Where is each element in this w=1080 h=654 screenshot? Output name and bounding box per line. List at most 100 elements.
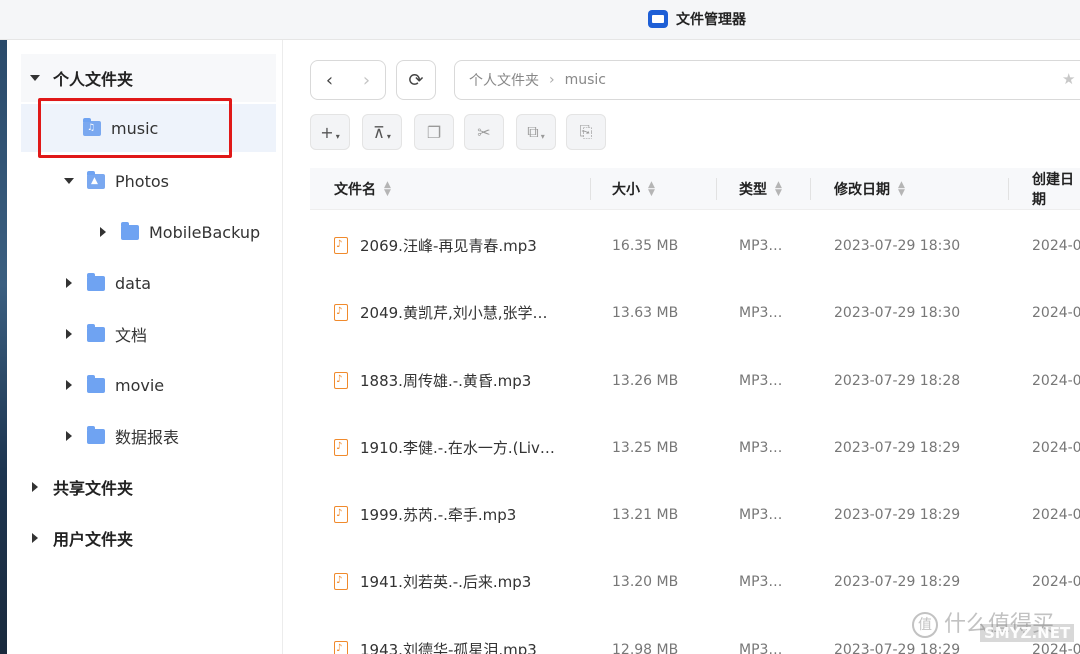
paste-icon: ⧉	[527, 122, 539, 141]
audio-file-icon: ♪	[334, 304, 348, 321]
dropdown-caret-icon: ▾	[335, 131, 340, 141]
file-created: 2024-0	[1032, 304, 1080, 321]
caret-right-icon[interactable]	[61, 275, 77, 291]
column-title: 修改日期	[834, 182, 890, 198]
copy-button[interactable]: ❐	[414, 114, 454, 150]
tree-item-reports[interactable]: 数据报表	[21, 412, 276, 460]
duplicate-icon: ⎘	[579, 122, 593, 141]
cut-icon: ✂	[477, 122, 491, 142]
tree-item-mobilebackup[interactable]: MobileBackup	[21, 208, 276, 256]
back-button[interactable]: ‹	[311, 61, 348, 99]
caret-right-icon[interactable]	[27, 530, 43, 546]
column-divider[interactable]	[1008, 178, 1009, 200]
caret-right-icon[interactable]	[61, 377, 77, 393]
file-name-cell[interactable]: ♪ 1941.刘若英.-.后来.mp3	[334, 548, 584, 615]
column-divider[interactable]	[590, 178, 591, 200]
tree-item-movie[interactable]: movie	[21, 361, 276, 409]
chevron-right-icon: ›	[549, 72, 555, 88]
music-folder-icon: ♫	[83, 117, 101, 136]
file-size: 13.20 MB	[612, 573, 679, 590]
watermark-site: SMYZ.NET	[980, 624, 1075, 642]
sort-icon[interactable]: ▲ ▼	[384, 181, 391, 198]
file-name-cell[interactable]: ♪ 1910.李健.-.在水一方.(Liv…	[334, 414, 584, 481]
dropdown-caret-icon: ▾	[540, 131, 545, 141]
tree-label: 文档	[115, 326, 148, 345]
column-header-name[interactable]: 文件名 ▲ ▼	[334, 168, 391, 210]
folder-icon	[87, 323, 105, 342]
column-header-created[interactable]: 创建日期	[1032, 168, 1080, 210]
table-row[interactable]: ♪ 2069.汪峰-再见青春.mp3 16.35 MB MP3… 2023-07…	[310, 212, 1080, 279]
folder-icon	[87, 272, 105, 291]
tree-label: MobileBackup	[149, 222, 261, 242]
sort-icon[interactable]: ▲ ▼	[648, 181, 655, 198]
file-name-cell[interactable]: ♪ 2069.汪峰-再见青春.mp3	[334, 212, 584, 279]
tree-item-documents[interactable]: 文档	[21, 310, 276, 358]
upload-button[interactable]: ⊼ ▾	[362, 114, 402, 150]
star-icon[interactable]: ★	[1062, 70, 1075, 88]
file-name-cell[interactable]: ♪ 1999.苏芮.-.牵手.mp3	[334, 481, 584, 548]
column-title: 大小	[612, 182, 640, 198]
path-breadcrumb[interactable]: 个人文件夹 › music	[454, 60, 1080, 100]
file-type: MP3…	[739, 304, 783, 321]
history-nav: ‹ ›	[310, 60, 386, 100]
column-header-type[interactable]: 类型 ▲ ▼	[739, 168, 782, 210]
table-row[interactable]: ♪ 1941.刘若英.-.后来.mp3 13.20 MB MP3… 2023-0…	[310, 548, 1080, 615]
caret-right-icon[interactable]	[61, 326, 77, 342]
file-type: MP3…	[739, 237, 783, 254]
column-header-modified[interactable]: 修改日期 ▲ ▼	[834, 168, 905, 210]
column-divider[interactable]	[810, 178, 811, 200]
column-header-size[interactable]: 大小 ▲ ▼	[612, 168, 655, 210]
refresh-button[interactable]: ⟳	[396, 60, 436, 100]
sort-icon[interactable]: ▲ ▼	[898, 181, 905, 198]
tree-root-shared[interactable]: 共享文件夹	[21, 463, 276, 511]
file-type: MP3…	[739, 641, 783, 654]
file-name-cell[interactable]: ♪ 2049.黄凯芹,刘小慧,张学…	[334, 279, 584, 346]
forward-button[interactable]: ›	[348, 61, 385, 99]
caret-right-icon[interactable]	[27, 479, 43, 495]
file-name: 1999.苏芮.-.牵手.mp3	[360, 506, 517, 524]
file-size: 12.98 MB	[612, 641, 679, 654]
audio-file-icon: ♪	[334, 506, 348, 523]
caret-right-icon[interactable]	[95, 224, 111, 240]
folder-icon	[87, 374, 105, 393]
breadcrumb-segment[interactable]: music	[565, 72, 606, 88]
caret-right-icon[interactable]	[61, 428, 77, 444]
file-size: 13.63 MB	[612, 304, 679, 321]
file-size: 13.21 MB	[612, 506, 679, 523]
tree-root-personal[interactable]: 个人文件夹	[21, 54, 276, 102]
tree-root-user[interactable]: 用户文件夹	[21, 514, 276, 562]
file-name-cell[interactable]: ♪ 1943.刘德华-孤星泪.mp3	[334, 616, 584, 654]
table-row[interactable]: ♪ 1999.苏芮.-.牵手.mp3 13.21 MB MP3… 2023-07…	[310, 481, 1080, 548]
audio-file-icon: ♪	[334, 641, 348, 654]
table-row[interactable]: ♪ 1910.李健.-.在水一方.(Liv… 13.25 MB MP3… 202…	[310, 414, 1080, 481]
tree-label: 数据报表	[115, 428, 180, 447]
file-created: 2024-0	[1032, 506, 1080, 523]
paste-button[interactable]: ⧉ ▾	[516, 114, 556, 150]
audio-file-icon: ♪	[334, 372, 348, 389]
cut-button[interactable]: ✂	[464, 114, 504, 150]
file-name: 1910.李健.-.在水一方.(Liv…	[360, 439, 555, 457]
file-name: 1943.刘德华-孤星泪.mp3	[360, 641, 537, 654]
column-title: 类型	[739, 182, 767, 198]
file-type: MP3…	[739, 439, 783, 456]
tree-item-data[interactable]: data	[21, 259, 276, 307]
tree-item-music[interactable]: ♫ music	[21, 104, 276, 152]
table-row[interactable]: ♪ 1883.周传雄.-.黄昏.mp3 13.26 MB MP3… 2023-0…	[310, 347, 1080, 414]
caret-down-icon[interactable]	[61, 173, 77, 189]
file-name-cell[interactable]: ♪ 1883.周传雄.-.黄昏.mp3	[334, 347, 584, 414]
column-divider[interactable]	[716, 178, 717, 200]
folder-icon	[121, 221, 139, 240]
sort-icon[interactable]: ▲ ▼	[775, 181, 782, 198]
more-actions-button[interactable]: ⎘	[566, 114, 606, 150]
table-row[interactable]: ♪ 2049.黄凯芹,刘小慧,张学… 13.63 MB MP3… 2023-07…	[310, 279, 1080, 346]
upload-icon: ⊼	[373, 122, 385, 142]
column-title: 文件名	[334, 182, 376, 198]
tree-item-photos[interactable]: ▲ Photos	[21, 157, 276, 205]
file-modified: 2023-07-29 18:28	[834, 372, 961, 389]
caret-down-icon[interactable]	[27, 70, 43, 86]
tree-label: data	[115, 273, 152, 293]
audio-file-icon: ♪	[334, 237, 348, 254]
breadcrumb-segment[interactable]: 个人文件夹	[469, 70, 539, 90]
file-type: MP3…	[739, 573, 783, 590]
new-button[interactable]: + ▾	[310, 114, 350, 150]
